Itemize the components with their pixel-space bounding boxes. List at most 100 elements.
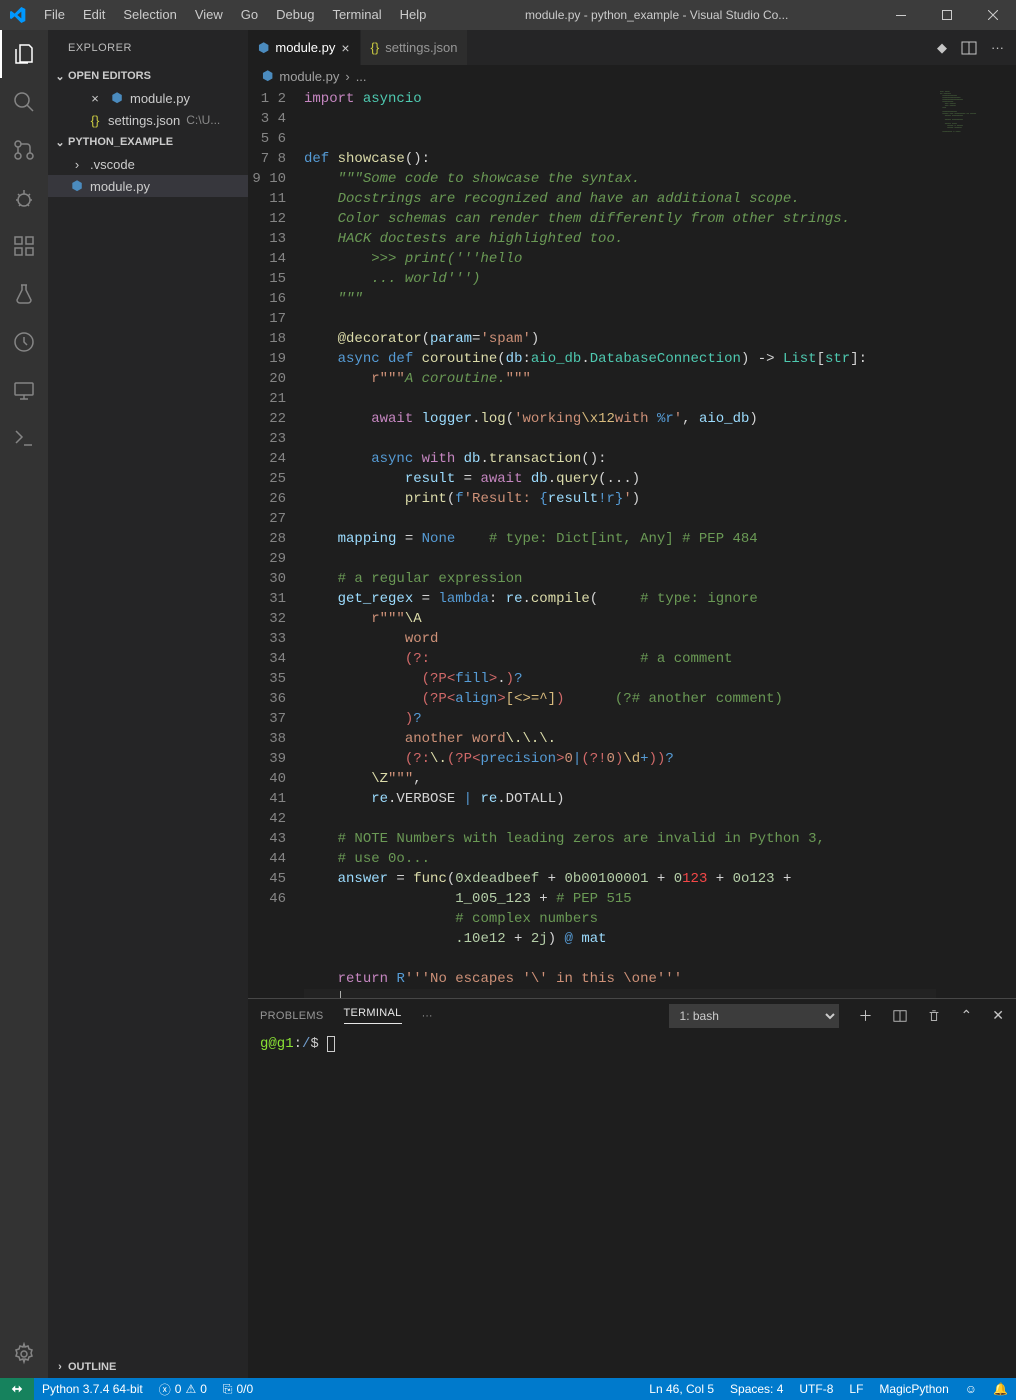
explorer-sidebar: EXPLORER ⌄ OPEN EDITORS × ⬢ module.py {}… <box>48 30 248 1378</box>
menu-terminal[interactable]: Terminal <box>323 0 390 30</box>
close-panel-icon[interactable]: ✕ <box>992 1007 1004 1024</box>
menu-help[interactable]: Help <box>391 0 436 30</box>
status-lncol[interactable]: Ln 46, Col 5 <box>641 1382 722 1396</box>
python-icon: ⬢ <box>108 90 126 106</box>
activity-settings[interactable] <box>0 1330 48 1378</box>
status-python[interactable]: Python 3.7.4 64-bit <box>34 1382 151 1396</box>
status-problems[interactable]: ⓧ0 ⚠0 <box>151 1381 215 1398</box>
folder-name: PYTHON_EXAMPLE <box>68 136 173 148</box>
terminal-selector[interactable]: 1: bash <box>669 1004 839 1028</box>
chevron-right-icon: › <box>345 69 349 84</box>
new-terminal-icon[interactable]: ＋ <box>859 1006 873 1026</box>
status-encoding[interactable]: UTF-8 <box>791 1382 841 1396</box>
activity-bar <box>0 30 48 1378</box>
minimap[interactable]: ▬▬▬ ▬▬▬▬▬▬ ▬▬▬▬▬▬ ▬▬▬▬▬▬▬▬▬▬▬▬ ▬▬▬▬▬▬▬▬▬… <box>936 87 1016 998</box>
line-gutter: 1 2 3 4 5 6 7 8 9 10 11 12 13 14 15 16 1… <box>248 87 302 998</box>
terminal-cursor <box>327 1036 335 1052</box>
folder-header[interactable]: ⌄ PYTHON_EXAMPLE <box>48 131 248 153</box>
menu-debug[interactable]: Debug <box>267 0 323 30</box>
activity-azure[interactable] <box>0 318 48 366</box>
breadcrumb-file: module.py <box>279 69 339 84</box>
minimize-button[interactable] <box>878 0 924 30</box>
file-name: module.py <box>90 179 150 194</box>
activity-explorer[interactable] <box>0 30 48 78</box>
tab-settings-json[interactable]: {} settings.json <box>361 30 469 65</box>
close-icon[interactable]: × <box>86 91 104 106</box>
open-editor-item[interactable]: {} settings.json C:\U... <box>48 109 248 131</box>
window-title: module.py - python_example - Visual Stud… <box>435 8 878 22</box>
chevron-right-icon: › <box>52 1361 68 1373</box>
status-eol[interactable]: LF <box>841 1382 871 1396</box>
activity-remote[interactable] <box>0 366 48 414</box>
bottom-panel: PROBLEMS TERMINAL ··· 1: bash ＋ ⌃ ✕ g@g1… <box>248 998 1016 1378</box>
editor-area: ⬢ module.py × {} settings.json ◆ ··· ⬢ m… <box>248 30 1016 1378</box>
maximize-button[interactable] <box>924 0 970 30</box>
menu-edit[interactable]: Edit <box>74 0 114 30</box>
activity-search[interactable] <box>0 78 48 126</box>
menu-view[interactable]: View <box>186 0 232 30</box>
split-terminal-icon[interactable] <box>893 1009 907 1023</box>
menu-file[interactable]: File <box>35 0 74 30</box>
outline-label: OUTLINE <box>68 1361 116 1373</box>
file-item[interactable]: ⬢ module.py <box>48 175 248 197</box>
json-icon: {} <box>86 113 104 128</box>
close-button[interactable] <box>970 0 1016 30</box>
editor-tabs: ⬢ module.py × {} settings.json ◆ ··· <box>248 30 1016 65</box>
tab-label: settings.json <box>385 40 457 55</box>
compare-icon[interactable]: ◆ <box>937 40 947 56</box>
panel-tab-terminal[interactable]: TERMINAL <box>344 1007 402 1024</box>
folder-item[interactable]: › .vscode <box>48 153 248 175</box>
close-icon[interactable]: × <box>341 40 349 56</box>
editor-body[interactable]: 1 2 3 4 5 6 7 8 9 10 11 12 13 14 15 16 1… <box>248 87 1016 998</box>
python-icon: ⬢ <box>258 40 269 56</box>
panel-tab-more[interactable]: ··· <box>422 1010 433 1022</box>
file-path: C:\U... <box>186 113 220 127</box>
outline-header[interactable]: › OUTLINE <box>48 1356 248 1378</box>
activity-scm[interactable] <box>0 126 48 174</box>
open-editors-header[interactable]: ⌄ OPEN EDITORS <box>48 65 248 87</box>
remote-indicator[interactable] <box>0 1378 34 1400</box>
app-icon <box>0 7 35 23</box>
status-spaces[interactable]: Spaces: 4 <box>722 1382 791 1396</box>
open-editor-item[interactable]: × ⬢ module.py <box>48 87 248 109</box>
activity-extensions[interactable] <box>0 222 48 270</box>
panel-tab-problems[interactable]: PROBLEMS <box>260 1010 324 1022</box>
status-ports[interactable]: ⎘0/0 <box>215 1382 261 1397</box>
activity-debug[interactable] <box>0 174 48 222</box>
file-name: settings.json <box>108 113 180 128</box>
folder-name: .vscode <box>90 157 135 172</box>
breadcrumb[interactable]: ⬢ module.py › ... <box>248 65 1016 87</box>
menu-bar: FileEditSelectionViewGoDebugTerminalHelp <box>35 0 435 30</box>
maximize-panel-icon[interactable]: ⌃ <box>961 1007 973 1024</box>
status-language[interactable]: MagicPython <box>871 1382 956 1396</box>
chevron-down-icon: ⌄ <box>52 136 68 149</box>
python-icon: ⬢ <box>68 178 86 194</box>
bell-icon[interactable]: 🔔 <box>985 1382 1016 1396</box>
chevron-right-icon: › <box>68 157 86 172</box>
error-icon: ⓧ <box>159 1381 171 1398</box>
title-bar: FileEditSelectionViewGoDebugTerminalHelp… <box>0 0 1016 30</box>
kill-terminal-icon[interactable] <box>927 1009 941 1023</box>
warning-icon: ⚠ <box>185 1382 196 1396</box>
activity-test[interactable] <box>0 270 48 318</box>
tab-module-py[interactable]: ⬢ module.py × <box>248 30 361 65</box>
more-icon[interactable]: ··· <box>991 40 1004 55</box>
open-editors-label: OPEN EDITORS <box>68 70 151 82</box>
json-icon: {} <box>371 40 380 55</box>
feedback-icon[interactable]: ☺ <box>957 1382 985 1396</box>
menu-selection[interactable]: Selection <box>114 0 185 30</box>
python-icon: ⬢ <box>262 68 273 84</box>
activity-terminal-view[interactable] <box>0 414 48 462</box>
sidebar-title: EXPLORER <box>48 30 248 65</box>
menu-go[interactable]: Go <box>232 0 267 30</box>
status-bar: Python 3.7.4 64-bit ⓧ0 ⚠0 ⎘0/0 Ln 46, Co… <box>0 1378 1016 1400</box>
terminal-content[interactable]: g@g1:/$ <box>248 1032 1016 1378</box>
split-editor-icon[interactable] <box>961 40 977 56</box>
breadcrumb-rest: ... <box>356 69 367 84</box>
tab-label: module.py <box>275 40 335 55</box>
code-content[interactable]: import asyncio def showcase(): """Some c… <box>302 87 936 998</box>
broadcast-icon: ⎘ <box>223 1382 233 1397</box>
terminal-user: g@g1 <box>260 1036 294 1052</box>
chevron-down-icon: ⌄ <box>52 70 68 83</box>
editor-cursor <box>340 991 341 998</box>
